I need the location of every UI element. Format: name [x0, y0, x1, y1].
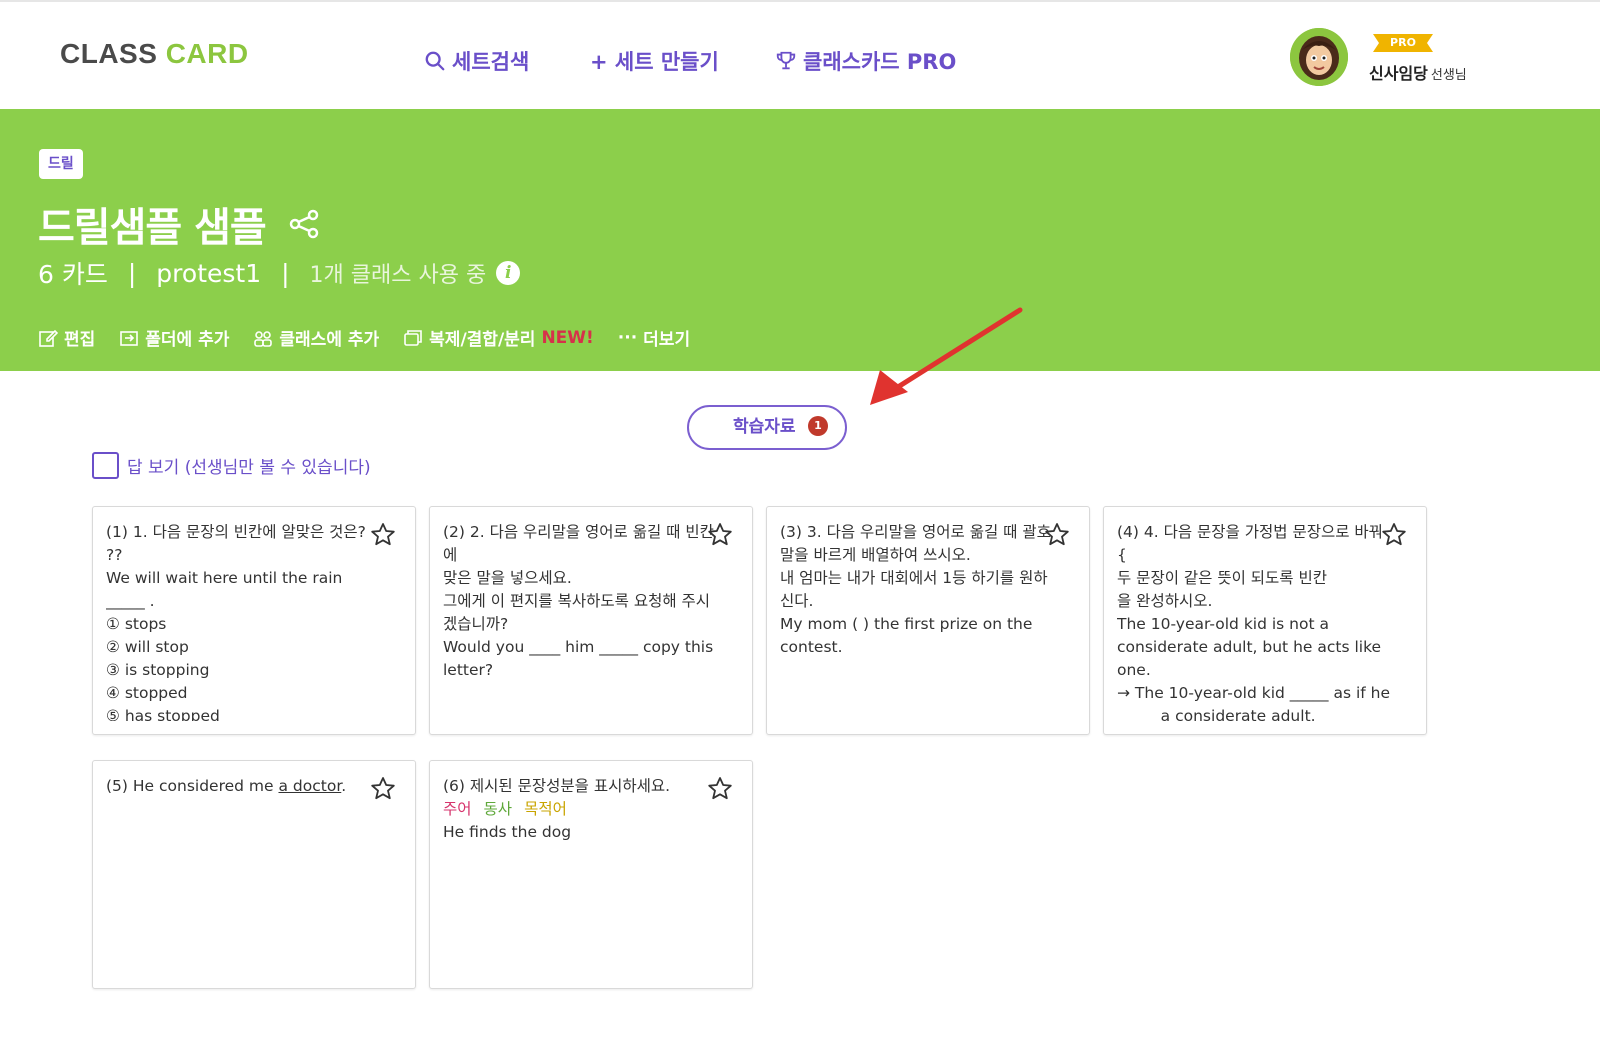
card-instruction: (6) 제시된 문장성분을 표시하세요. [443, 777, 671, 795]
star-icon[interactable] [369, 521, 397, 549]
edit-button[interactable]: 편집 [38, 325, 95, 350]
card-count: 6 카드 [38, 260, 108, 289]
card-text-prefix: (5) He considered me [106, 777, 279, 795]
card-6[interactable]: (6) 제시된 문장성분을 표시하세요. 주어 동사 목적어 He finds the … [429, 760, 753, 989]
ellipsis-icon: ··· [617, 327, 638, 348]
role-verb-label: 동사 [483, 800, 513, 818]
set-meta: 6 카드 | protest1 | 1개 클래스 사용 중 i [38, 255, 521, 291]
edit-icon [39, 329, 58, 347]
star-icon[interactable] [706, 775, 734, 803]
class-usage-count: 1개 클래스 사용 중 [309, 263, 487, 288]
copy-merge-split-button[interactable]: 복제/결합/분리 NEW! [403, 325, 594, 350]
user-avatar[interactable] [1290, 28, 1348, 86]
logo-text-card: CARD [165, 38, 249, 69]
pro-badge: PRO [1373, 34, 1433, 52]
meta-separator: | [281, 258, 290, 288]
study-material-button[interactable]: 학습자료 1 [687, 405, 847, 450]
meta-separator: | [127, 258, 137, 288]
card-2[interactable]: (2) 2. 다음 우리말을 영어로 옮길 때 빈칸에 맞은 말을 넣으세요. … [429, 506, 753, 735]
folder-add-icon [120, 330, 139, 346]
show-answers-toggle[interactable]: 답 보기 (선생님만 볼 수 있습니다) [92, 452, 371, 479]
card-4[interactable]: (4) 4. 다음 문장을 가정법 문장으로 바꿔 { 두 문장이 같은 뜻이 … [1103, 506, 1427, 735]
copy-merge-split-label: 복제/결합/분리 [429, 330, 536, 350]
show-answers-checkbox[interactable] [92, 452, 119, 479]
card-1[interactable]: (1) 1. 다음 문장의 빈칸에 알맞은 것은? ?? We will wai… [92, 506, 416, 735]
add-to-class-label: 클래스에 추가 [279, 330, 380, 350]
nav-create-set-label: + 세트 만들기 [590, 50, 719, 74]
add-to-folder-label: 폴더에 추가 [145, 330, 230, 350]
add-to-folder-button[interactable]: 폴더에 추가 [119, 325, 229, 350]
trophy-icon [776, 51, 796, 70]
card-underlined-text: a doctor [278, 777, 342, 795]
copy-icon [404, 329, 422, 346]
star-icon[interactable] [706, 521, 734, 549]
set-title: 드릴샘플 샘플 [38, 205, 267, 251]
card-question-text: (4) 4. 다음 문장을 가정법 문장으로 바꿔 { 두 문장이 같은 뜻이 … [1117, 523, 1391, 721]
search-icon [425, 51, 445, 71]
set-action-bar: 편집 폴더에 추가 클래스에 추가 복제/결합/분리 NEW! ··· 더보기 [38, 325, 714, 350]
nav-classcard-pro[interactable]: 클래스카드 PRO [775, 46, 956, 76]
add-to-class-button[interactable]: 클래스에 추가 [253, 325, 379, 350]
edit-label: 편집 [64, 330, 96, 350]
more-label: 더보기 [643, 330, 691, 350]
star-icon[interactable] [1043, 521, 1071, 549]
nav-classcard-pro-label: 클래스카드 PRO [803, 50, 957, 74]
nav-set-search[interactable]: 세트검색 [424, 46, 529, 76]
user-role-suffix: 선생님 [1430, 68, 1467, 83]
user-name[interactable]: 신사임당 선생님 [1369, 60, 1467, 84]
set-header-banner: 드릴 드릴샘플 샘플 6 카드 | protest1 | 1개 클래스 사용 중… [0, 109, 1600, 371]
card-3[interactable]: (3) 3. 다음 우리말을 영어로 옮길 때 괄호 말을 바르게 배열하여 쓰… [766, 506, 1090, 735]
card-5[interactable]: (5) He considered me a doctor. [92, 760, 416, 989]
card-text-suffix: . [341, 777, 347, 795]
nav-set-search-label: 세트검색 [452, 50, 530, 74]
card-question-text: (2) 2. 다음 우리말을 영어로 옮길 때 빈칸에 맞은 말을 넣으세요. … [443, 523, 714, 679]
sentence-role-legend: 주어 동사 목적어 [443, 798, 719, 821]
info-icon[interactable]: i [496, 261, 521, 285]
more-button[interactable]: ··· 더보기 [617, 325, 691, 351]
show-answers-label: 답 보기 (선생님만 볼 수 있습니다) [127, 458, 371, 478]
annotation-arrow-icon [870, 307, 1023, 405]
role-subject-label: 주어 [443, 800, 472, 818]
user-name-text: 신사임당 [1369, 64, 1428, 83]
study-material-count-badge: 1 [808, 416, 828, 436]
share-icon[interactable] [287, 207, 321, 241]
card-question-text: (5) He considered me a doctor. [106, 775, 382, 798]
pro-badge-label: PRO [1390, 36, 1416, 49]
class-card-logo[interactable]: CLASS CARD [60, 38, 249, 70]
set-type-tag: 드릴 [39, 149, 83, 179]
logo-text-class: CLASS [60, 38, 158, 69]
role-object-label: 목적어 [524, 800, 567, 818]
card-question-text: (1) 1. 다음 문장의 빈칸에 알맞은 것은? ?? We will wai… [106, 523, 366, 721]
card-question-text: (3) 3. 다음 우리말을 영어로 옮길 때 괄호 말을 바르게 배열하여 쓰… [780, 523, 1051, 656]
avatar-portrait-icon [1290, 28, 1348, 86]
star-icon[interactable] [369, 775, 397, 803]
nav-create-set[interactable]: + 세트 만들기 [590, 46, 719, 76]
users-icon [254, 330, 273, 347]
card-question-text: (6) 제시된 문장성분을 표시하세요. 주어 동사 목적어 He finds the … [443, 775, 719, 844]
card-sentence: He finds the dog [443, 823, 572, 841]
study-material-label: 학습자료 [733, 417, 796, 437]
top-navigation-bar: CLASS CARD 세트검색 + 세트 만들기 클래스카드 PRO PRO 신… [0, 0, 1600, 109]
new-badge: NEW! [541, 327, 594, 348]
set-author[interactable]: protest1 [156, 259, 261, 288]
star-icon[interactable] [1380, 521, 1408, 549]
